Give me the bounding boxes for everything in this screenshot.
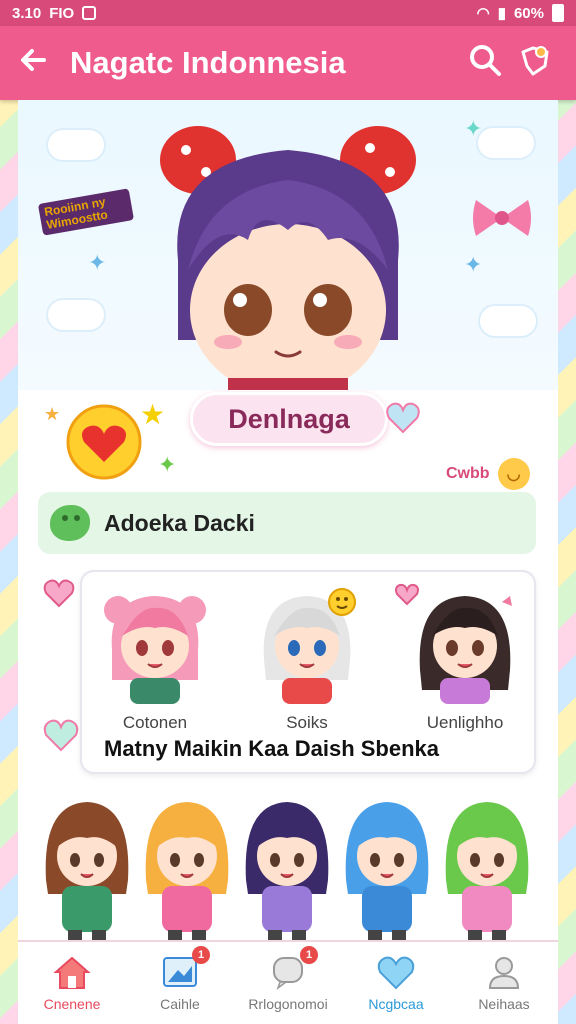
svg-text:★: ★: [44, 404, 60, 424]
hero-banner: ✦ ✦ ✦ Rooiinn ny Wimoostto: [18, 100, 558, 390]
chibi-gallery: [38, 790, 538, 940]
friend-label: Soiks: [286, 713, 328, 732]
bottom-navigation: Cnenene 1 Caihle 1 Rrlogonomoi Ncgbcaa N…: [18, 940, 558, 1024]
nav-item-gallery[interactable]: 1 Caihle: [126, 942, 234, 1024]
nav-item-favorites[interactable]: Ncgbcaa: [342, 942, 450, 1024]
bow-icon: [473, 200, 531, 236]
friend-item[interactable]: Uenlighho: [400, 580, 530, 733]
nav-item-messages[interactable]: 1 Rrlogonomoi: [234, 942, 342, 1024]
search-icon[interactable]: [460, 42, 510, 85]
wifi-icon: ◠: [476, 5, 490, 22]
heart-icon: [43, 719, 79, 752]
page-title: Nagatc Indonnesia: [70, 45, 346, 80]
status-bar: 3.10 FIO ◠ ▮ 60%: [0, 0, 576, 26]
nav-badge: 1: [300, 946, 318, 964]
cloud-decoration: [480, 306, 536, 336]
svg-text:✦: ✦: [158, 452, 176, 477]
friends-title: Matny Maikin Kaa Daish Sbenka: [104, 736, 439, 761]
cloud-decoration: [478, 128, 534, 158]
blob-icon: [50, 505, 90, 541]
chibi-character: [445, 802, 529, 940]
heart-icon: [43, 579, 75, 608]
sparkle-icon: ✦: [88, 250, 107, 275]
nav-label: Neihaas: [478, 996, 530, 1012]
green-card-text: Adoeka Dacki: [104, 509, 255, 536]
nav-badge: 1: [192, 946, 210, 964]
sticker-label: Rooiinn ny Wimoostto: [37, 188, 135, 237]
battery-icon: [552, 4, 564, 22]
status-left: 3.10 FIO: [12, 4, 97, 22]
emoji-icon: [328, 588, 356, 616]
status-time: 3.10: [12, 4, 42, 22]
svg-text:★: ★: [140, 399, 165, 430]
user-icon: [488, 957, 520, 989]
status-carrier: FIO: [49, 4, 75, 22]
heart-badge-icon: ★ ★ ✦: [44, 399, 176, 480]
chibi-character: [45, 802, 129, 940]
nav-label: Cnenene: [43, 996, 101, 1012]
heart-icon[interactable]: [384, 398, 422, 436]
nav-label: Caihle: [160, 996, 200, 1012]
heart-icon: [377, 956, 415, 990]
chibi-character: [245, 802, 329, 940]
chibi-character: [145, 802, 229, 940]
friend-label: Cotonen: [122, 713, 188, 732]
friend-label: Uenlighho: [426, 713, 504, 732]
friend-item[interactable]: Cotonen: [90, 580, 220, 733]
cloud-decoration: [48, 130, 104, 160]
friends-card: Cotonen Soiks Uenlighho Matny Maikin Kaa…: [80, 570, 536, 774]
green-info-card[interactable]: Adoeka Dacki: [38, 492, 536, 554]
smile-icon: ◡: [497, 458, 530, 490]
home-icon: [53, 956, 91, 989]
cube-link[interactable]: Cwbb ◡: [446, 458, 530, 490]
nav-label: Rrlogonomoi: [248, 996, 328, 1012]
app-bar: Nagatc Indonnesia: [0, 26, 576, 100]
profile-name-pill[interactable]: Denlnaga: [190, 392, 388, 446]
sparkle-icon: ✦: [464, 116, 483, 141]
nav-item-home[interactable]: Cnenene: [18, 942, 126, 1024]
status-battery-text: 60%: [513, 4, 544, 22]
tag-icon[interactable]: [510, 42, 560, 85]
back-arrow-icon[interactable]: [16, 43, 66, 83]
nav-item-profile[interactable]: Neihaas: [450, 942, 558, 1024]
cube-link-label: Cwbb: [446, 465, 490, 482]
status-right: ◠ ▮ 60%: [477, 4, 564, 22]
friend-avatar: [104, 596, 206, 704]
friend-avatar: [419, 596, 512, 704]
signal-icon: ▮: [497, 5, 506, 22]
cloud-decoration: [48, 300, 104, 330]
nav-label: Ncgbcaa: [368, 996, 424, 1012]
sparkle-icon: ✦: [464, 252, 483, 277]
notification-icon: [82, 6, 97, 20]
hero-avatar: [160, 126, 416, 390]
chibi-character: [345, 802, 429, 940]
